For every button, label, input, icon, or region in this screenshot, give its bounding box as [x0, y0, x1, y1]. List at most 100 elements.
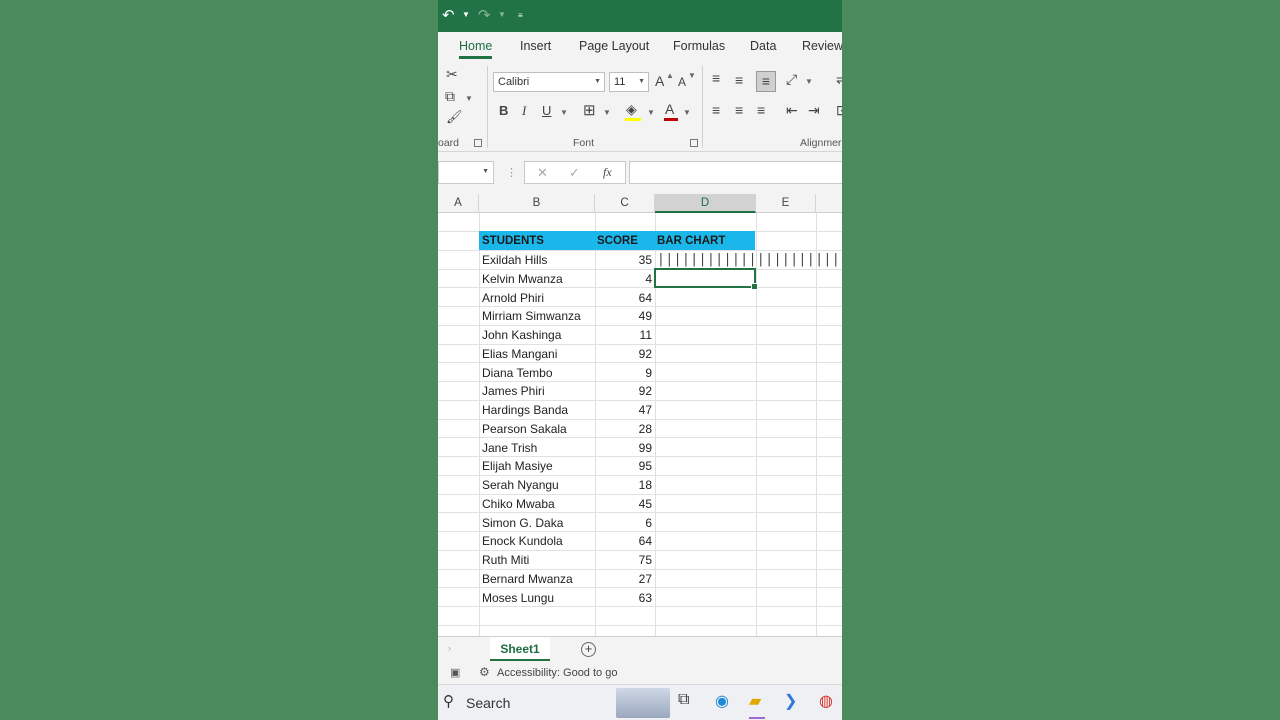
score-cell[interactable]: 11 — [596, 326, 652, 344]
name-box[interactable]: ▼ — [438, 161, 494, 184]
student-name-cell[interactable]: Kelvin Mwanza — [482, 270, 563, 288]
column-header-b[interactable]: B — [479, 194, 595, 213]
score-cell[interactable]: 35 — [596, 251, 652, 269]
increase-indent-icon[interactable]: ⇥ — [808, 102, 820, 119]
undo-dropdown-icon[interactable]: ▼ — [462, 10, 470, 19]
cancel-icon[interactable]: ✕ — [537, 165, 548, 181]
column-header-c[interactable]: C — [595, 194, 655, 213]
vscode-icon[interactable]: ❯ — [784, 691, 797, 711]
student-name-cell[interactable]: Bernard Mwanza — [482, 570, 573, 588]
student-name-cell[interactable]: John Kashinga — [482, 326, 561, 344]
copy-icon[interactable]: ⧉ — [445, 88, 455, 105]
score-cell[interactable]: 47 — [596, 401, 652, 419]
insert-function-icon[interactable]: fx — [603, 165, 612, 180]
copy-dropdown-icon[interactable]: ▼ — [465, 94, 473, 103]
student-name-cell[interactable]: Enock Kundola — [482, 532, 563, 550]
macro-record-icon[interactable]: ▣ — [450, 666, 460, 679]
cut-icon[interactable]: ✂ — [446, 66, 458, 83]
student-name-cell[interactable]: Diana Tembo — [482, 364, 553, 382]
accessibility-status[interactable]: Accessibility: Good to go — [497, 667, 617, 679]
student-name-cell[interactable]: Hardings Banda — [482, 401, 568, 419]
scroll-left-icon[interactable]: › — [448, 643, 451, 653]
font-size-dropdown[interactable]: 11 ▼ — [609, 72, 649, 92]
grow-font-icon[interactable]: A — [655, 73, 664, 89]
header-score[interactable]: SCORE — [597, 232, 638, 250]
tab-insert[interactable]: Insert — [520, 39, 551, 53]
student-name-cell[interactable]: Ruth Miti — [482, 551, 529, 569]
enter-icon[interactable]: ✓ — [569, 165, 580, 181]
font-color-icon[interactable]: A — [665, 101, 674, 117]
active-cell-d3[interactable] — [654, 268, 758, 290]
bar-chart-cell[interactable]: ||||||||||||||||||||||||||||||||||| — [657, 252, 842, 268]
student-name-cell[interactable]: Serah Nyangu — [482, 476, 559, 494]
format-painter-icon[interactable]: 🖌 — [446, 109, 463, 125]
search-highlight-image[interactable] — [616, 688, 670, 718]
accessibility-icon[interactable]: ⚙ — [479, 665, 490, 679]
redo-icon[interactable]: ↷ — [478, 6, 491, 24]
file-explorer-icon[interactable]: ▰ — [749, 691, 761, 711]
worksheet-grid[interactable]: A B C D E STUDENTS SCORE BAR CHART Exild… — [438, 194, 842, 636]
formula-input[interactable] — [629, 161, 842, 184]
header-bar-chart[interactable]: BAR CHART — [657, 232, 725, 250]
underline-dropdown-icon[interactable]: ▼ — [560, 108, 568, 117]
search-icon[interactable]: ⚲ — [443, 692, 454, 710]
bottom-align-icon[interactable]: ≡ — [756, 71, 776, 92]
score-cell[interactable]: 99 — [596, 439, 652, 457]
middle-align-icon[interactable]: ≡ — [735, 72, 743, 88]
student-name-cell[interactable]: James Phiri — [482, 382, 545, 400]
score-cell[interactable]: 6 — [596, 514, 652, 532]
wrap-text-icon[interactable]: ⇌ — [836, 71, 842, 88]
more-options-icon[interactable]: ⋮ — [506, 166, 517, 179]
top-align-icon[interactable]: ≡ — [712, 70, 720, 86]
column-header-f[interactable] — [816, 194, 842, 213]
tab-review[interactable]: Review — [802, 39, 842, 53]
shrink-font-icon[interactable]: A — [678, 75, 686, 89]
clipboard-launcher-icon[interactable] — [474, 139, 482, 147]
header-students[interactable]: STUDENTS — [482, 232, 544, 250]
student-name-cell[interactable]: Jane Trish — [482, 439, 537, 457]
score-cell[interactable]: 18 — [596, 476, 652, 494]
student-name-cell[interactable]: Chiko Mwaba — [482, 495, 555, 513]
orientation-icon[interactable]: ⤢ — [786, 71, 797, 88]
score-cell[interactable]: 9 — [596, 364, 652, 382]
score-cell[interactable]: 64 — [596, 532, 652, 550]
add-sheet-icon[interactable]: + — [581, 642, 596, 657]
score-cell[interactable]: 45 — [596, 495, 652, 513]
student-name-cell[interactable]: Arnold Phiri — [482, 289, 544, 307]
student-name-cell[interactable]: Mirriam Simwanza — [482, 307, 581, 325]
edge-icon[interactable]: ◉ — [715, 691, 729, 711]
italic-button[interactable]: I — [522, 103, 526, 119]
decrease-indent-icon[interactable]: ⇤ — [786, 102, 798, 119]
font-launcher-icon[interactable] — [690, 139, 698, 147]
score-cell[interactable]: 95 — [596, 457, 652, 475]
customize-toolbar-icon[interactable]: ≡ — [518, 11, 523, 20]
bold-button[interactable]: B — [499, 103, 508, 118]
student-name-cell[interactable]: Exildah Hills — [482, 251, 547, 269]
tab-formulas[interactable]: Formulas — [673, 39, 725, 53]
score-cell[interactable]: 28 — [596, 420, 652, 438]
tab-home[interactable]: Home — [459, 39, 493, 59]
student-name-cell[interactable]: Simon G. Daka — [482, 514, 563, 532]
chrome-icon[interactable]: ◍ — [819, 691, 833, 711]
align-left-icon[interactable]: ≡ — [712, 102, 720, 118]
student-name-cell[interactable]: Elias Mangani — [482, 345, 557, 363]
score-cell[interactable]: 49 — [596, 307, 652, 325]
borders-icon[interactable]: ⊞ — [583, 101, 596, 119]
score-cell[interactable]: 27 — [596, 570, 652, 588]
fill-dropdown-icon[interactable]: ▼ — [647, 108, 655, 117]
taskbar-search-label[interactable]: Search — [466, 695, 510, 711]
font-name-dropdown[interactable]: Calibri ▼ — [493, 72, 605, 92]
student-name-cell[interactable]: Pearson Sakala — [482, 420, 567, 438]
align-center-icon[interactable]: ≡ — [735, 102, 743, 118]
undo-icon[interactable]: ↶ — [442, 6, 455, 24]
tab-page-layout[interactable]: Page Layout — [579, 39, 649, 53]
score-cell[interactable]: 64 — [596, 289, 652, 307]
fill-color-icon[interactable]: ◈ — [626, 101, 637, 118]
score-cell[interactable]: 75 — [596, 551, 652, 569]
font-color-dropdown-icon[interactable]: ▼ — [683, 108, 691, 117]
redo-dropdown-icon[interactable]: ▼ — [498, 10, 506, 19]
sheet-tab-sheet1[interactable]: Sheet1 — [490, 637, 550, 661]
student-name-cell[interactable]: Moses Lungu — [482, 589, 554, 607]
borders-dropdown-icon[interactable]: ▼ — [603, 108, 611, 117]
tab-data[interactable]: Data — [750, 39, 776, 53]
